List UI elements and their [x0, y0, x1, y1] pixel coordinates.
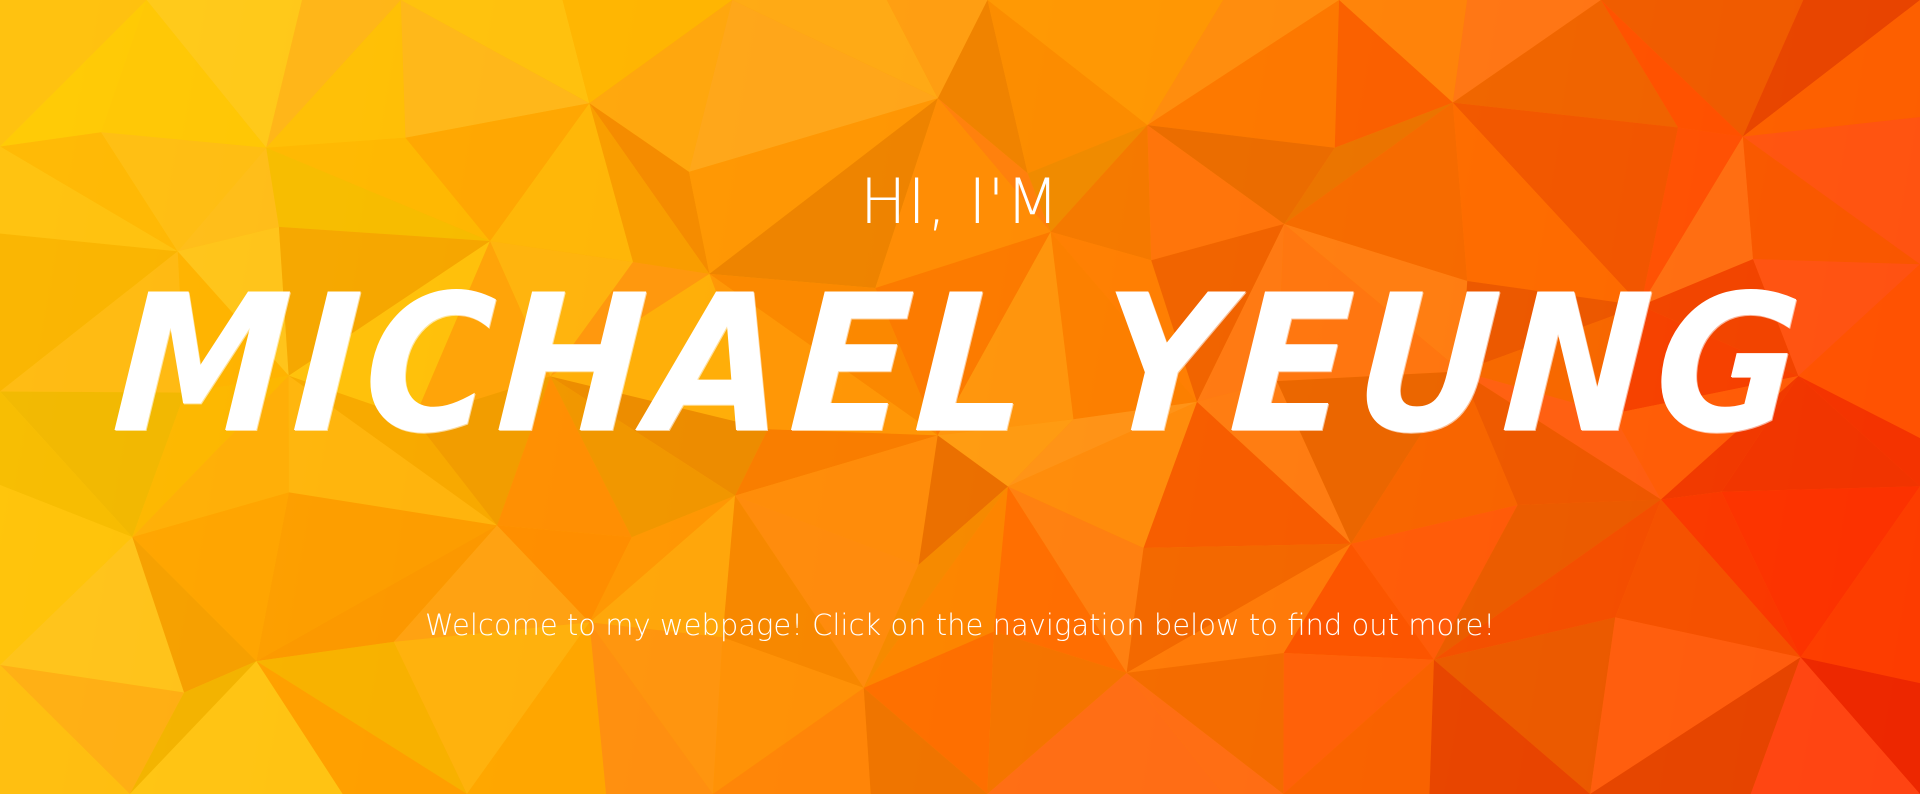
greeting-text: HI, I'M [859, 165, 1061, 238]
name-title: MICHAEL YEUNG [107, 254, 1813, 475]
hero-banner: HI, I'M MICHAEL YEUNG Welcome to my webp… [0, 0, 1920, 794]
welcome-text: Welcome to my webpage! Click on the navi… [425, 608, 1495, 642]
